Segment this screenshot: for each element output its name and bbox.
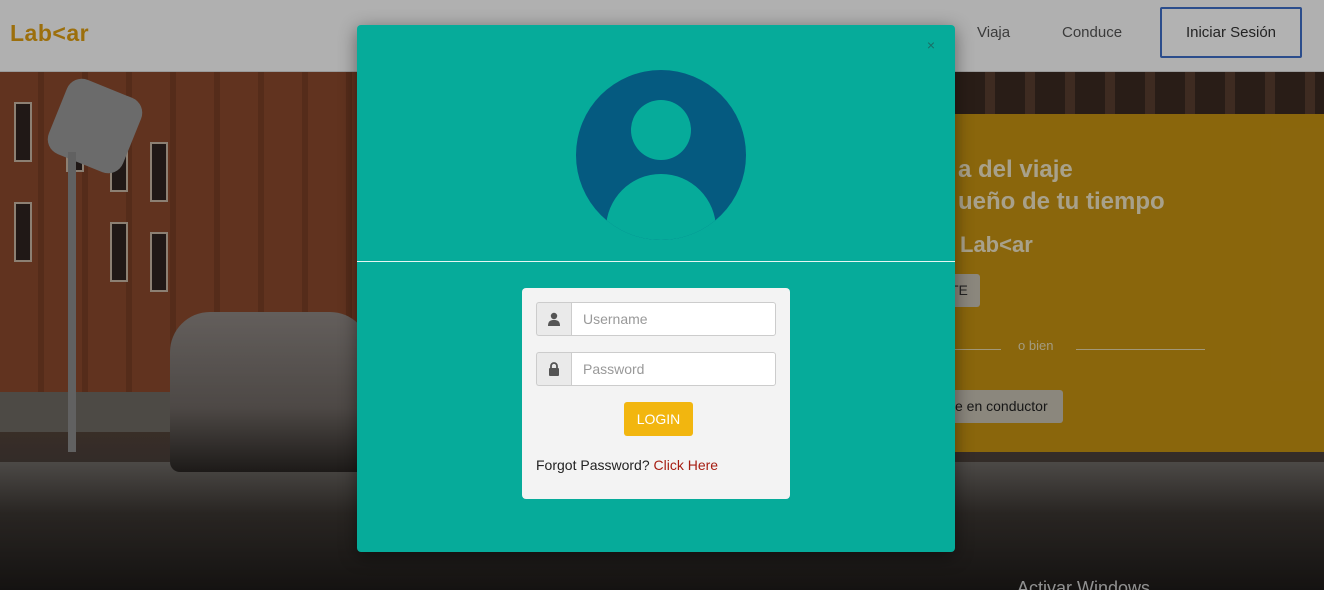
close-icon[interactable]: × xyxy=(927,37,935,53)
lock-icon xyxy=(536,352,571,386)
login-form: LOGIN Forgot Password? Click Here xyxy=(522,288,790,499)
user-avatar-icon xyxy=(576,70,746,240)
avatar-body xyxy=(606,174,716,240)
forgot-password-link[interactable]: Click Here xyxy=(654,457,719,473)
forgot-password-text: Forgot Password? xyxy=(536,457,650,473)
password-group xyxy=(536,352,776,386)
forgot-password-row: Forgot Password? Click Here xyxy=(536,457,718,473)
username-group xyxy=(536,302,776,336)
login-button[interactable]: LOGIN xyxy=(624,402,693,436)
avatar-head xyxy=(631,100,691,160)
user-icon xyxy=(536,302,571,336)
login-modal: × LOGIN Forgot Password? Click Here xyxy=(357,25,955,552)
modal-divider xyxy=(357,261,955,262)
username-input[interactable] xyxy=(571,302,776,336)
password-input[interactable] xyxy=(571,352,776,386)
